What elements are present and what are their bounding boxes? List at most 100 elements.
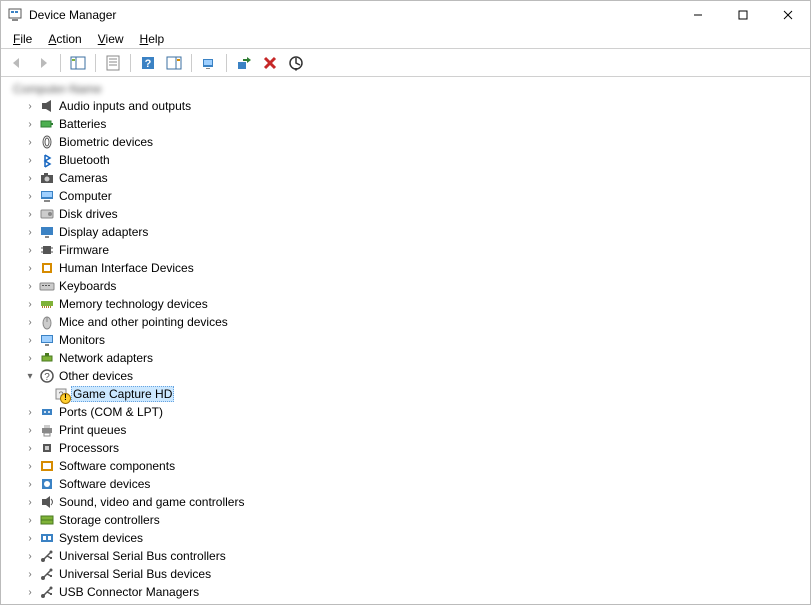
tree-item[interactable]: ›Display adapters [21, 223, 810, 241]
kbd-icon [39, 278, 55, 294]
tree-item[interactable]: ›Memory technology devices [21, 295, 810, 313]
expand-arrow-icon[interactable]: › [23, 171, 37, 185]
expand-arrow-icon[interactable]: ▾ [23, 369, 37, 383]
tree-item[interactable]: ›Ports (COM & LPT) [21, 403, 810, 421]
tree-item[interactable]: ›Processors [21, 439, 810, 457]
tree-item-label: Audio inputs and outputs [57, 99, 193, 113]
display-icon [39, 224, 55, 240]
tree-item[interactable]: ›Sound, video and game controllers [21, 493, 810, 511]
expand-arrow-icon[interactable]: › [23, 495, 37, 509]
tree-item-label: Storage controllers [57, 513, 162, 527]
tree-item[interactable]: ›Network adapters [21, 349, 810, 367]
toolbar-show-tree-button[interactable] [66, 51, 90, 75]
expand-arrow-icon[interactable]: › [23, 567, 37, 581]
expand-arrow-icon[interactable]: › [23, 315, 37, 329]
tree-item-label: Monitors [57, 333, 107, 347]
tree-item[interactable]: ›Batteries [21, 115, 810, 133]
toolbar-forward-button[interactable] [31, 51, 55, 75]
tree-item[interactable]: › Storage controllers [21, 511, 810, 529]
expand-arrow-icon[interactable]: › [23, 531, 37, 545]
expand-arrow-icon[interactable]: › [23, 243, 37, 257]
expand-arrow-icon[interactable]: › [23, 585, 37, 599]
menu-action[interactable]: Action [40, 30, 89, 48]
tree-root[interactable]: Computer-Name [7, 81, 810, 97]
tree-item[interactable]: › Mice and other pointing devices [21, 313, 810, 331]
tree-item-label: Computer [57, 189, 114, 203]
expand-arrow-icon[interactable]: › [23, 279, 37, 293]
monitor-icon [39, 332, 55, 348]
expand-arrow-icon[interactable]: › [23, 513, 37, 527]
tree-item[interactable]: ›Print queues [21, 421, 810, 439]
expand-arrow-icon[interactable]: › [23, 189, 37, 203]
toolbar-properties-button[interactable] [101, 51, 125, 75]
tree-item[interactable]: › Universal Serial Bus devices [21, 565, 810, 583]
disk-icon [39, 206, 55, 222]
tree-item[interactable]: ›Bluetooth [21, 151, 810, 169]
expand-arrow-icon[interactable]: › [23, 441, 37, 455]
toolbar-disable-button[interactable] [284, 51, 308, 75]
expand-arrow-icon[interactable]: › [23, 459, 37, 473]
expand-arrow-icon[interactable]: › [23, 225, 37, 239]
tree-item[interactable]: › Computer [21, 187, 810, 205]
tree-item-label: Universal Serial Bus devices [57, 567, 213, 581]
toolbar-scan-button[interactable] [197, 51, 221, 75]
bt-icon [39, 152, 55, 168]
tree-item-label: Software devices [57, 477, 152, 491]
usb-icon [39, 548, 55, 564]
mouse-icon [39, 314, 55, 330]
toolbar-update-driver-button[interactable] [232, 51, 256, 75]
tree-item-label: Software components [57, 459, 177, 473]
expand-arrow-icon[interactable]: › [23, 99, 37, 113]
menu-bar: File Action View Help [1, 29, 810, 49]
tree-item-label: Firmware [57, 243, 111, 257]
tree-item[interactable]: › Audio inputs and outputs [21, 97, 810, 115]
expand-arrow-icon[interactable]: › [23, 351, 37, 365]
device-tree[interactable]: Computer-Name ›Audio inputs and outputs›… [1, 77, 810, 604]
expand-arrow-icon[interactable]: › [23, 333, 37, 347]
expand-arrow-icon[interactable]: › [23, 261, 37, 275]
tree-item[interactable]: ›Universal Serial Bus controllers [21, 547, 810, 565]
tree-item-label: Biometric devices [57, 135, 155, 149]
tree-item[interactable]: › USB Connector Managers [21, 583, 810, 601]
battery-icon [39, 116, 55, 132]
expand-arrow-icon[interactable]: › [23, 405, 37, 419]
expand-arrow-icon[interactable]: › [23, 423, 37, 437]
tree-item-label: Mice and other pointing devices [57, 315, 230, 329]
menu-view[interactable]: View [90, 30, 132, 48]
expand-arrow-icon[interactable]: › [23, 153, 37, 167]
tree-item[interactable]: › Software components [21, 457, 810, 475]
tree-item[interactable]: › Monitors [21, 331, 810, 349]
toolbar-back-button[interactable] [5, 51, 29, 75]
expand-arrow-icon[interactable]: › [23, 117, 37, 131]
expand-arrow-icon[interactable]: › [23, 135, 37, 149]
tree-item[interactable]: › Biometric devices [21, 133, 810, 151]
tree-item[interactable]: › Firmware [21, 241, 810, 259]
tree-item-label: Disk drives [57, 207, 120, 221]
tree-item[interactable]: ?Game Capture HD [51, 385, 810, 403]
tree-item[interactable]: ▾?Other devices [21, 367, 810, 385]
toolbar: ? [1, 49, 810, 77]
close-button[interactable] [765, 1, 810, 29]
tree-item-label: USB Connector Managers [57, 585, 201, 599]
toolbar-uninstall-button[interactable] [258, 51, 282, 75]
tree-item[interactable]: › Software devices [21, 475, 810, 493]
toolbar-show-action-pane-button[interactable] [162, 51, 186, 75]
expand-arrow-icon[interactable]: › [23, 297, 37, 311]
tree-item[interactable]: ›System devices [21, 529, 810, 547]
tree-item[interactable]: ›Keyboards [21, 277, 810, 295]
menu-help[interactable]: Help [132, 30, 173, 48]
expand-arrow-icon[interactable]: › [23, 207, 37, 221]
expand-arrow-icon[interactable]: › [23, 549, 37, 563]
tree-item[interactable]: ›Cameras [21, 169, 810, 187]
maximize-button[interactable] [720, 1, 765, 29]
tree-item[interactable]: ›Human Interface Devices [21, 259, 810, 277]
minimize-button[interactable] [675, 1, 720, 29]
toolbar-help-button[interactable]: ? [136, 51, 160, 75]
hid-icon [39, 260, 55, 276]
usb-icon [39, 584, 55, 600]
net-icon [39, 350, 55, 366]
tree-item[interactable]: › Disk drives [21, 205, 810, 223]
expand-arrow-icon[interactable]: › [23, 477, 37, 491]
menu-file[interactable]: File [5, 30, 40, 48]
toolbar-separator [191, 54, 192, 72]
